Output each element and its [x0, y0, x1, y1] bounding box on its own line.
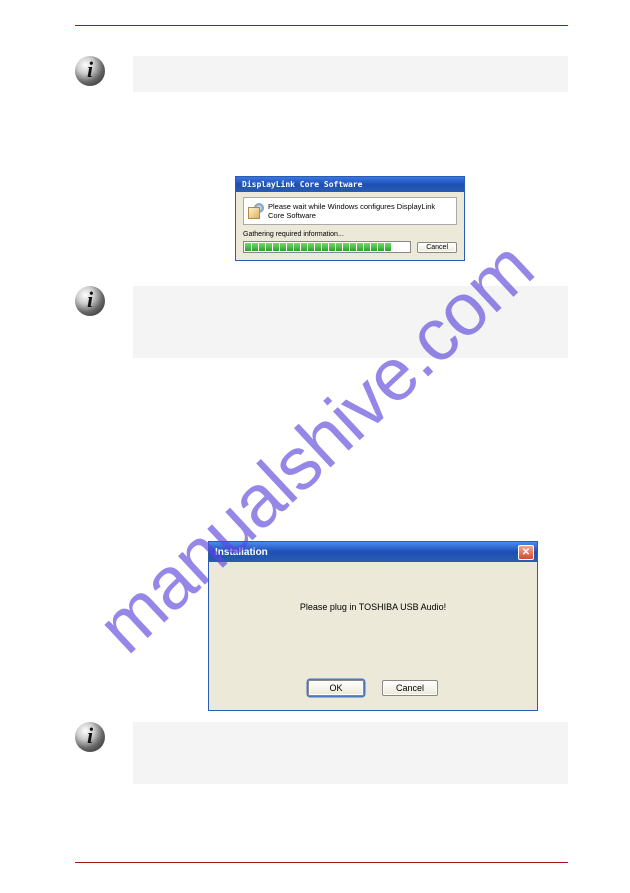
info-icon	[75, 286, 105, 316]
info-icon	[75, 722, 105, 752]
dialog-message: Please plug in TOSHIBA USB Audio!	[209, 602, 537, 612]
document-page: DisplayLink Core Software Please wait wh…	[75, 25, 568, 863]
displaylink-dialog: DisplayLink Core Software Please wait wh…	[235, 176, 465, 261]
info-note-3	[75, 722, 568, 784]
info-note-1	[75, 56, 568, 92]
info-note-2	[75, 286, 568, 358]
button-row: OK Cancel	[209, 680, 537, 696]
cancel-button[interactable]: Cancel	[417, 242, 457, 253]
installation-dialog: Installation ✕ Please plug in TOSHIBA US…	[208, 541, 538, 711]
dialog-message-row: Please wait while Windows configures Dis…	[243, 197, 457, 225]
dialog-body: Please plug in TOSHIBA USB Audio! OK Can…	[209, 562, 537, 710]
close-icon: ✕	[522, 547, 530, 558]
progress-row: Cancel	[243, 241, 457, 253]
installer-package-icon	[248, 203, 264, 219]
dialog-title: Installation	[215, 547, 268, 558]
info-icon	[75, 56, 105, 86]
dialog-titlebar: DisplayLink Core Software	[236, 177, 464, 192]
dialog-message: Please wait while Windows configures Dis…	[268, 202, 452, 220]
note-body-placeholder	[133, 56, 568, 92]
ok-button[interactable]: OK	[308, 680, 364, 696]
dialog-titlebar: Installation ✕	[209, 542, 537, 562]
dialog-title: DisplayLink Core Software	[242, 180, 362, 189]
note-body-placeholder	[133, 286, 568, 358]
note-body-placeholder	[133, 722, 568, 784]
close-button[interactable]: ✕	[518, 545, 534, 560]
status-text: Gathering required information...	[243, 231, 457, 238]
dialog-body: Please wait while Windows configures Dis…	[236, 192, 464, 260]
cancel-button[interactable]: Cancel	[382, 680, 438, 696]
progress-bar	[243, 241, 411, 253]
